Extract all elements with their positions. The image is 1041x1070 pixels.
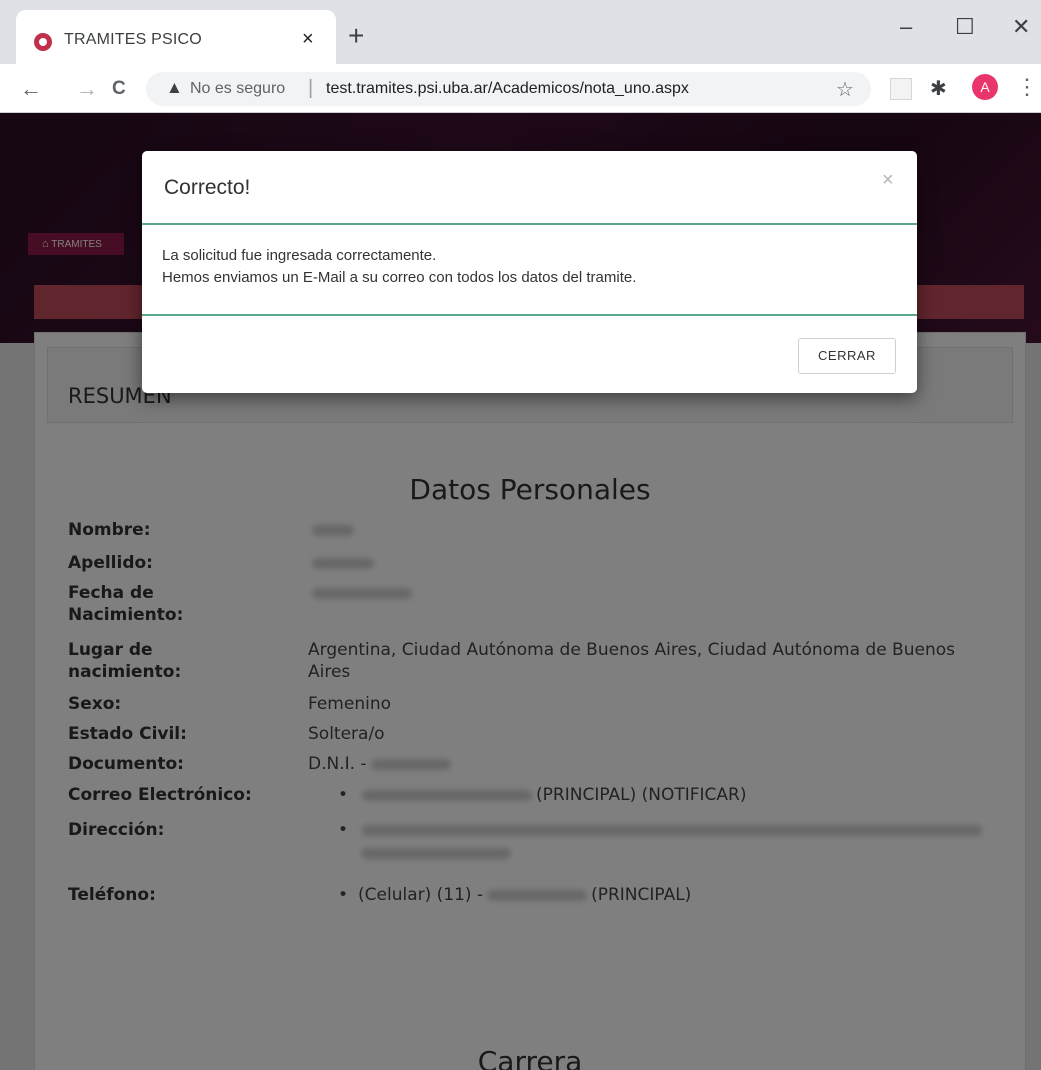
profile-avatar[interactable]: A xyxy=(972,74,998,100)
browser-menu-icon[interactable]: ⋮ xyxy=(1016,74,1038,100)
modal-body: La solicitud fue ingresada correctamente… xyxy=(162,245,636,289)
extensions-puzzle-icon[interactable]: ✱ xyxy=(930,76,947,101)
minimize-icon[interactable]: – xyxy=(900,14,912,40)
forward-icon[interactable]: → xyxy=(76,76,98,102)
modal-footer-divider xyxy=(142,314,917,316)
close-modal-button[interactable]: CERRAR xyxy=(798,338,896,374)
close-window-icon[interactable]: ✕ xyxy=(1012,14,1030,40)
tab-title: TRAMITES PSICO xyxy=(64,31,202,48)
maximize-icon[interactable]: ☐ xyxy=(955,14,975,40)
reload-icon[interactable]: C xyxy=(112,78,126,100)
address-bar[interactable]: ▲ No es seguro | test.tramites.psi.uba.a… xyxy=(146,72,871,106)
url-text[interactable]: test.tramites.psi.uba.ar/Academicos/nota… xyxy=(326,80,689,98)
extension-icon[interactable] xyxy=(890,78,912,100)
modal-title: Correcto! xyxy=(164,176,251,199)
warning-icon[interactable]: ▲ xyxy=(166,78,183,98)
bookmark-star-icon[interactable]: ☆ xyxy=(836,77,854,102)
modal-close-icon[interactable]: × xyxy=(882,169,894,192)
new-tab-icon[interactable]: + xyxy=(348,22,364,50)
tab-close-icon[interactable]: × xyxy=(302,28,314,51)
modal-message-line2: Hemos enviamos un E-Mail a su correo con… xyxy=(162,269,637,286)
url-separator: | xyxy=(308,77,314,99)
back-icon[interactable]: ← xyxy=(20,76,42,102)
site-favicon-icon xyxy=(34,33,52,51)
success-modal: Correcto! × La solicitud fue ingresada c… xyxy=(142,151,917,393)
browser-tab-strip: TRAMITES PSICO × + – ☐ ✕ xyxy=(0,0,1041,74)
modal-header-divider xyxy=(142,223,917,225)
browser-toolbar: ← → C ▲ No es seguro | test.tramites.psi… xyxy=(0,64,1041,113)
modal-message-line1: La solicitud fue ingresada correctamente… xyxy=(162,247,437,264)
not-secure-label[interactable]: No es seguro xyxy=(190,80,285,98)
